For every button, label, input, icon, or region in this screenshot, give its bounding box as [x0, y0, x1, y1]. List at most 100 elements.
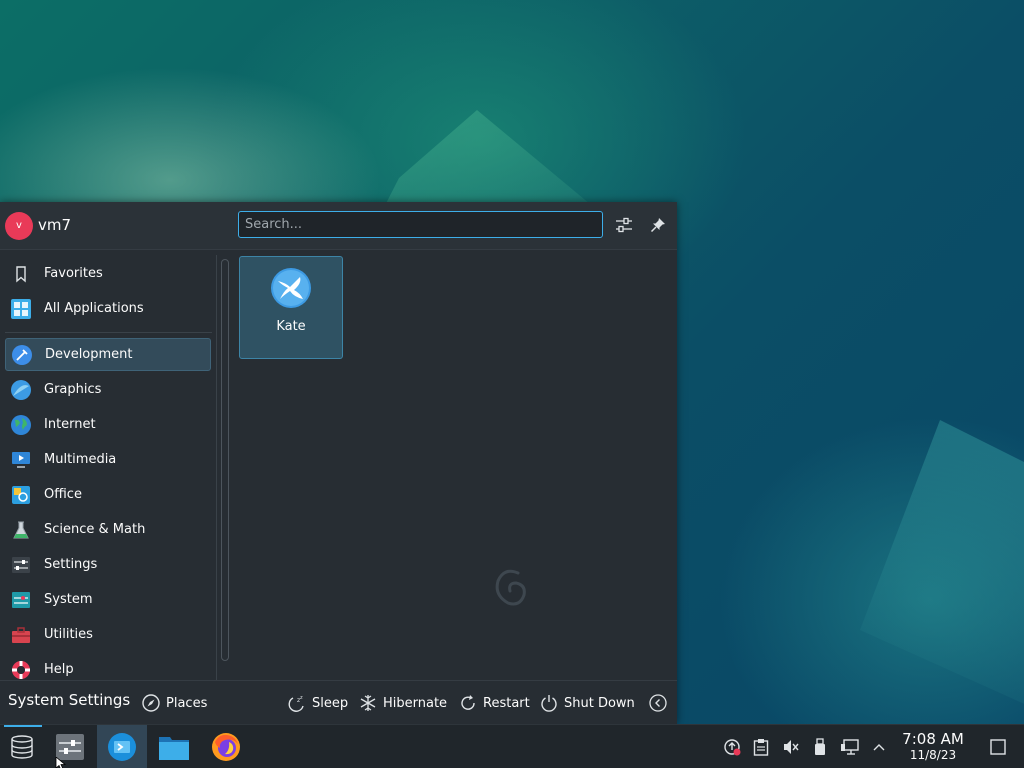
- multimedia-icon: [10, 449, 32, 471]
- grid-icon: [10, 298, 32, 320]
- tray-expand[interactable]: [867, 725, 891, 768]
- system-icon: [10, 589, 32, 611]
- tray-clipboard[interactable]: [749, 725, 773, 768]
- shutdown-label: Shut Down: [564, 695, 635, 711]
- sidebar-item-label: Graphics: [44, 382, 102, 397]
- sidebar-item-internet[interactable]: Internet: [5, 408, 211, 441]
- system-settings-tooltip: System Settings: [8, 691, 131, 709]
- sidebar-item-label: System: [44, 592, 93, 607]
- tray-updates[interactable]: [720, 725, 744, 768]
- flask-icon: [10, 519, 32, 541]
- sidebar-item-label: Science & Math: [44, 522, 146, 537]
- sidebar-item-label: Help: [44, 662, 74, 677]
- pin-button[interactable]: [646, 213, 670, 237]
- search-input[interactable]: [239, 212, 602, 237]
- launcher-header: v vm7: [0, 202, 677, 250]
- tray-removable-devices[interactable]: [808, 725, 832, 768]
- network-wired-icon: [841, 739, 859, 755]
- debian-logo-watermark: [495, 569, 526, 606]
- show-desktop-icon: [990, 739, 1006, 755]
- category-sidebar: Favorites All Applications Development G…: [0, 255, 215, 681]
- mouse-cursor-icon: [55, 757, 67, 768]
- sidebar-item-label: Development: [45, 347, 133, 362]
- taskbar: 7:08 AM 11/8/23: [0, 724, 1024, 768]
- discover-icon: [108, 733, 136, 761]
- usb-drive-icon: [815, 738, 825, 755]
- shutdown-button[interactable]: Shut Down: [540, 681, 635, 725]
- chevron-left-circle-icon: [649, 694, 667, 712]
- application-grid: Kate: [237, 255, 667, 681]
- application-launcher-popup: v vm7 Favorites: [0, 202, 677, 724]
- sidebar-item-office[interactable]: Office: [5, 478, 211, 511]
- search-box[interactable]: [238, 211, 603, 238]
- sleep-icon: zz: [288, 695, 304, 712]
- clipboard-icon: [753, 739, 769, 756]
- tray-network[interactable]: [838, 725, 862, 768]
- digital-clock[interactable]: 7:08 AM 11/8/23: [895, 730, 971, 763]
- taskbar-file-manager[interactable]: [152, 725, 196, 768]
- taskbar-discover[interactable]: [97, 725, 147, 768]
- clock-date: 11/8/23: [909, 748, 957, 762]
- database-icon: [11, 735, 33, 759]
- lifebuoy-icon: [10, 659, 32, 681]
- svg-text:z: z: [300, 695, 303, 701]
- snowflake-icon: [360, 695, 376, 711]
- wallpaper-shape: [860, 420, 1024, 720]
- app-label: Kate: [276, 319, 306, 334]
- pin-icon: [650, 218, 665, 233]
- active-indicator: [4, 725, 42, 727]
- tray-volume[interactable]: [779, 725, 803, 768]
- firefox-icon: [212, 733, 240, 761]
- session-more-button[interactable]: [649, 681, 667, 725]
- compass-icon: [142, 694, 160, 712]
- launcher-footer: System Settings Places zz Sleep Hibernat…: [0, 680, 677, 725]
- sleep-label: Sleep: [312, 695, 349, 711]
- graphics-icon: [10, 379, 32, 401]
- settings-icon: [10, 554, 32, 576]
- avatar[interactable]: v: [5, 212, 33, 240]
- sidebar-item-label: Multimedia: [44, 452, 117, 467]
- chevron-up-icon: [873, 744, 885, 751]
- kate-icon: [271, 268, 311, 308]
- sidebar-item-label: Favorites: [44, 266, 103, 281]
- folder-icon: [159, 737, 189, 760]
- places-label: Places: [166, 695, 208, 711]
- taskbar-firefox[interactable]: [204, 725, 248, 768]
- sidebar-item-development[interactable]: Development: [5, 338, 211, 371]
- sidebar-item-all-applications[interactable]: All Applications: [5, 292, 211, 325]
- restart-button[interactable]: Restart: [459, 681, 530, 725]
- sleep-button[interactable]: zz Sleep: [288, 681, 348, 725]
- hibernate-label: Hibernate: [383, 695, 448, 711]
- sidebar-item-settings[interactable]: Settings: [5, 548, 211, 581]
- places-button[interactable]: Places: [142, 681, 207, 725]
- update-icon: [724, 739, 741, 756]
- restart-label: Restart: [483, 695, 530, 711]
- sidebar-item-label: All Applications: [44, 301, 144, 316]
- sidebar-item-label: Utilities: [44, 627, 93, 642]
- user-name: vm7: [38, 216, 72, 234]
- toolbox-icon: [10, 624, 32, 646]
- sidebar-item-favorites[interactable]: Favorites: [5, 257, 211, 290]
- application-launcher-button[interactable]: [0, 725, 44, 768]
- sidebar-divider: [5, 332, 212, 333]
- power-icon: [541, 695, 557, 712]
- sidebar-item-label: Office: [44, 487, 82, 502]
- restart-icon: [461, 695, 475, 710]
- sidebar-item-utilities[interactable]: Utilities: [5, 618, 211, 651]
- sidebar-item-system[interactable]: System: [5, 583, 211, 616]
- globe-icon: [10, 414, 32, 436]
- sidebar-item-science-math[interactable]: Science & Math: [5, 513, 211, 546]
- clock-time: 7:08 AM: [902, 730, 964, 748]
- sidebar-item-label: Settings: [44, 557, 98, 572]
- show-desktop-button[interactable]: [986, 725, 1010, 768]
- configure-button[interactable]: [612, 213, 636, 237]
- sidebar-item-graphics[interactable]: Graphics: [5, 373, 211, 406]
- app-tile-kate[interactable]: Kate: [239, 256, 343, 359]
- hibernate-button[interactable]: Hibernate: [359, 681, 447, 725]
- sidebar-item-label: Internet: [44, 417, 96, 432]
- sidebar-item-multimedia[interactable]: Multimedia: [5, 443, 211, 476]
- sidebar-scrollbar[interactable]: [221, 259, 229, 661]
- sidebar-separator: [216, 255, 217, 681]
- office-icon: [10, 484, 32, 506]
- volume-muted-icon: [784, 740, 799, 754]
